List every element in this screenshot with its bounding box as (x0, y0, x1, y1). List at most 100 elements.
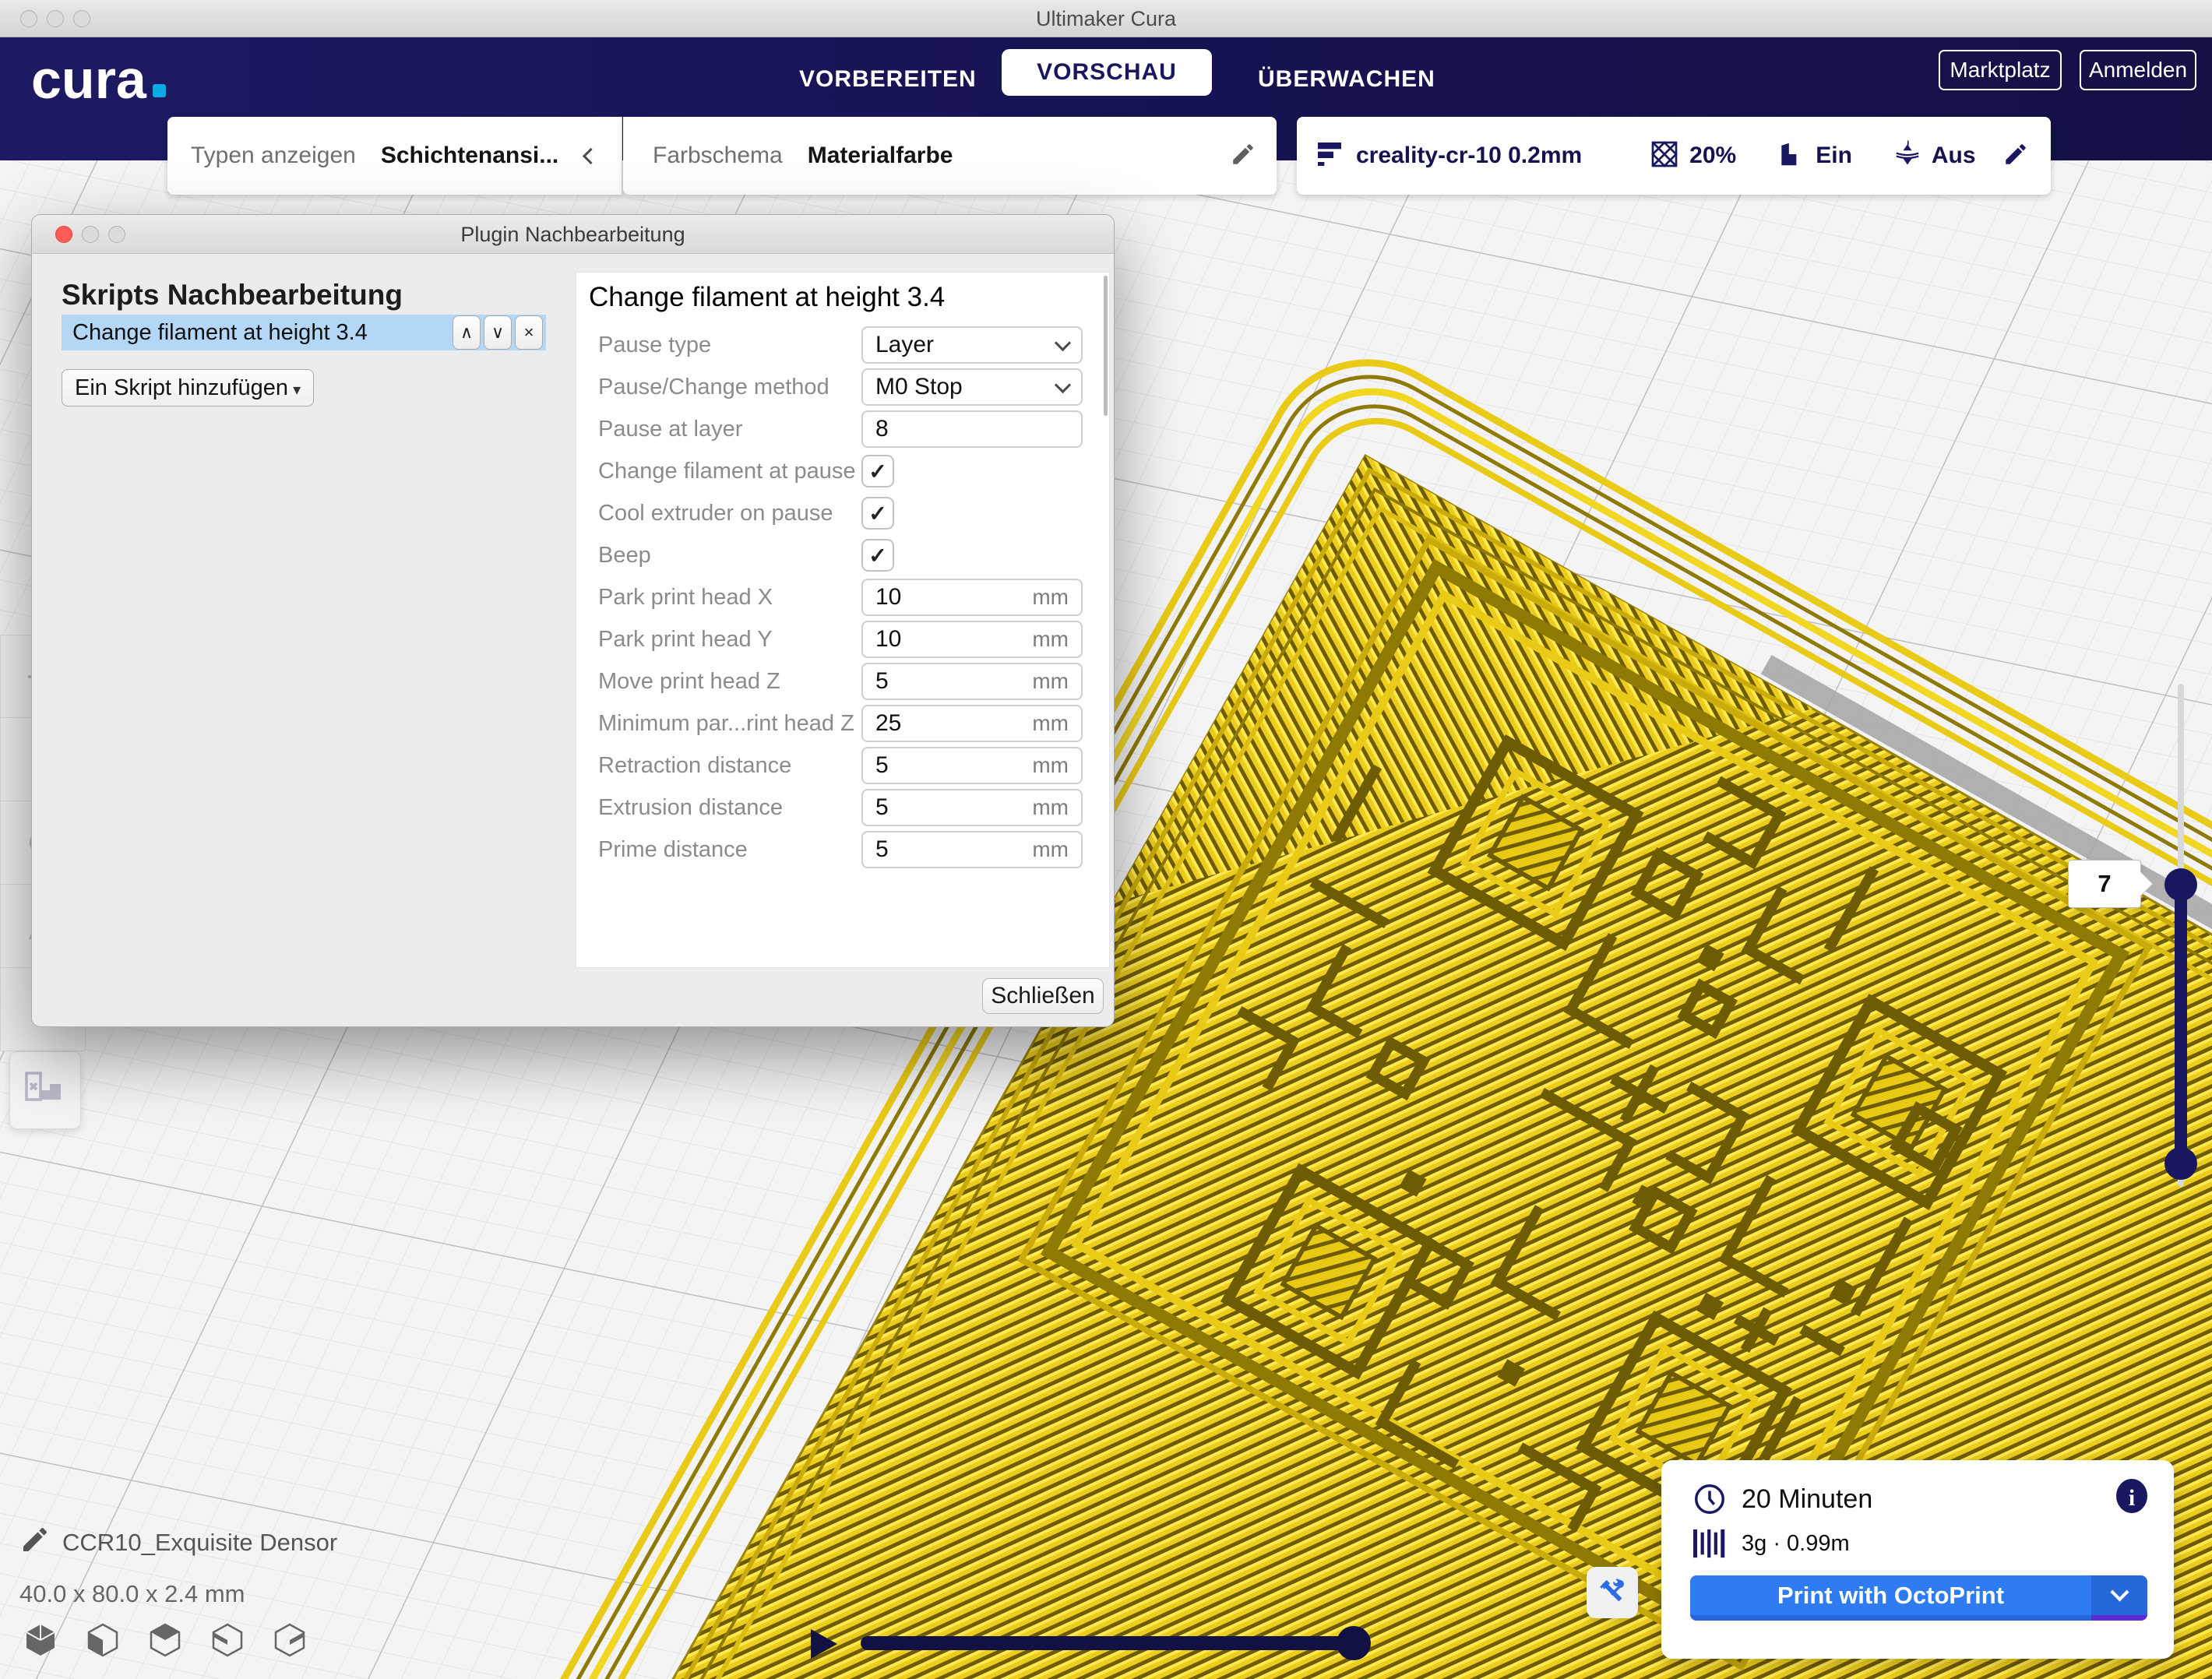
min-park-z-input[interactable]: 25 mm (861, 705, 1083, 742)
checkmark-icon: ✓ (868, 459, 886, 484)
view-type-label: Typen anzeigen (191, 143, 356, 169)
print-job-card: 20 Minuten i 3g · 0.99m Print with OctoP… (1661, 1460, 2174, 1659)
pause-method-select[interactable]: M0 Stop (861, 368, 1083, 406)
svg-text:i: i (2129, 1485, 2135, 1511)
tab-vorschau[interactable]: VORSCHAU (1002, 49, 1212, 96)
simulation-slider-handle[interactable] (1337, 1626, 1371, 1660)
dialog-title: Plugin Nachbearbeitung (32, 215, 1114, 254)
scripts-heading: Skripts Nachbearbeitung (62, 279, 403, 312)
change-filament-checkbox[interactable]: ✓ (861, 455, 894, 488)
object-name: CCR10_Exquisite Densor (62, 1529, 337, 1557)
checkmark-icon: ✓ (868, 501, 886, 526)
view-front-button[interactable] (84, 1621, 122, 1659)
form-row: Retraction distance 5 mm (576, 744, 1109, 787)
tab-ueberwachen[interactable]: ÜBERWACHEN (1258, 37, 1421, 121)
tab-vorbereiten[interactable]: VORBEREITEN (799, 37, 955, 121)
pause-type-select[interactable]: Layer (861, 326, 1083, 364)
view-right-button[interactable] (271, 1621, 308, 1659)
remove-script-button[interactable]: × (515, 315, 543, 350)
infill-icon (1649, 139, 1680, 174)
form-row: Pause/Change method M0 Stop (576, 366, 1109, 408)
window-title: Ultimaker Cura (0, 0, 2212, 37)
move-script-down-button[interactable]: ∨ (484, 315, 512, 350)
layer-slider-range[interactable] (2175, 885, 2187, 1163)
simulation-progress-slider[interactable] (861, 1636, 1355, 1650)
pause-at-layer-input[interactable]: 8 (861, 410, 1083, 448)
cool-extruder-checkbox[interactable]: ✓ (861, 497, 894, 530)
printer-profile-value[interactable]: creality-cr-10 0.2mm (1356, 143, 1582, 169)
print-time-estimate: 20 Minuten (1742, 1484, 1872, 1515)
form-row: Move print head Z 5 mm (576, 660, 1109, 702)
chevron-down-icon (1055, 376, 1071, 392)
move-script-up-button[interactable]: ∧ (453, 315, 481, 350)
form-row: Beep ✓ (576, 534, 1109, 576)
play-simulation-button[interactable] (811, 1629, 837, 1659)
layer-slider-bottom-handle[interactable] (2164, 1147, 2197, 1180)
print-settings-tools-button[interactable] (1587, 1567, 1638, 1618)
color-scheme-panel[interactable]: Farbschema Materialfarbe (623, 117, 1277, 195)
form-row: Minimum par...rint head Z 25 mm (576, 702, 1109, 744)
post-processing-dialog: Plugin Nachbearbeitung Skripts Nachbearb… (31, 214, 1115, 1027)
printer-profile-icon (1314, 139, 1345, 174)
hammer-wrench-icon (1595, 1575, 1629, 1610)
form-row: Cool extruder on pause ✓ (576, 492, 1109, 534)
beep-checkbox[interactable]: ✓ (861, 539, 894, 572)
add-script-button[interactable]: Ein Skript hinzufügen ▾ (62, 369, 314, 407)
view-type-panel[interactable]: Typen anzeigen Schichtenansi... (167, 117, 622, 195)
camera-view-buttons (22, 1621, 308, 1659)
move-z-input[interactable]: 5 mm (861, 663, 1083, 700)
chevron-down-icon (1055, 334, 1071, 350)
form-row: Park print head X 10 mm (576, 576, 1109, 618)
edit-pencil-icon[interactable] (1230, 141, 1256, 171)
park-x-input[interactable]: 10 mm (861, 579, 1083, 616)
form-row: Pause at layer 8 (576, 408, 1109, 450)
rename-object-pencil-icon[interactable] (19, 1524, 51, 1559)
script-settings-panel: Change filament at height 3.4 Pause type… (576, 272, 1110, 968)
support-icon (1777, 139, 1806, 173)
form-row: Change filament at pause ✓ (576, 450, 1109, 492)
material-usage-icon (1692, 1528, 1728, 1559)
script-settings-heading: Change filament at height 3.4 (589, 282, 945, 313)
custom-supports-button[interactable] (9, 1051, 81, 1129)
color-scheme-value[interactable]: Materialfarbe (808, 143, 953, 169)
script-settings-form: Pause type Layer Pause/Change method M0 … (576, 324, 1109, 871)
layer-slider-top-handle[interactable] (2164, 868, 2197, 901)
info-icon[interactable]: i (2115, 1477, 2149, 1519)
print-button-group: Print with OctoPrint (1690, 1575, 2147, 1621)
print-with-octoprint-button[interactable]: Print with OctoPrint (1690, 1575, 2091, 1621)
chevron-left-icon[interactable] (583, 147, 599, 164)
view-left-button[interactable] (209, 1621, 246, 1659)
selected-script-label: Change filament at height 3.4 (72, 320, 453, 346)
layer-number-tooltip: 7 (2068, 860, 2141, 908)
edit-print-settings-pencil-icon[interactable] (2002, 141, 2029, 171)
view-type-value[interactable]: Schichtenansi... (381, 143, 558, 169)
cura-logo: cura (31, 44, 166, 115)
selected-script-row[interactable]: Change filament at height 3.4 ∧ ∨ × (62, 315, 546, 350)
signin-button[interactable]: Anmelden (2080, 50, 2196, 90)
view-3d-button[interactable] (22, 1621, 59, 1659)
print-output-dropdown-button[interactable] (2091, 1575, 2147, 1621)
dialog-titlebar[interactable]: Plugin Nachbearbeitung (32, 215, 1114, 254)
marketplace-button[interactable]: Marktplatz (1939, 50, 2062, 90)
dropdown-caret-icon: ▾ (293, 380, 301, 400)
material-usage-estimate: 3g · 0.99m (1742, 1531, 1850, 1557)
form-row: Prime distance 5 mm (576, 829, 1109, 871)
macos-titlebar[interactable]: Ultimaker Cura (0, 0, 2212, 37)
object-dimensions: 40.0 x 80.0 x 2.4 mm (19, 1580, 245, 1608)
park-y-input[interactable]: 10 mm (861, 621, 1083, 658)
print-settings-panel[interactable]: creality-cr-10 0.2mm 20% Ein Aus (1297, 117, 2051, 195)
support-value[interactable]: Ein (1816, 143, 1852, 169)
form-row: Park print head Y 10 mm (576, 618, 1109, 660)
prime-distance-input[interactable]: 5 mm (861, 831, 1083, 868)
infill-value[interactable]: 20% (1689, 143, 1736, 169)
adhesion-icon (1893, 139, 1922, 173)
extrusion-distance-input[interactable]: 5 mm (861, 789, 1083, 826)
retraction-distance-input[interactable]: 5 mm (861, 747, 1083, 784)
form-row: Extrusion distance 5 mm (576, 787, 1109, 829)
cura-logo-dot (153, 84, 166, 97)
adhesion-value[interactable]: Aus (1932, 143, 1976, 169)
view-top-button[interactable] (146, 1621, 184, 1659)
color-scheme-label: Farbschema (653, 143, 783, 169)
close-dialog-button[interactable]: Schließen (982, 978, 1104, 1014)
checkmark-icon: ✓ (868, 543, 886, 568)
